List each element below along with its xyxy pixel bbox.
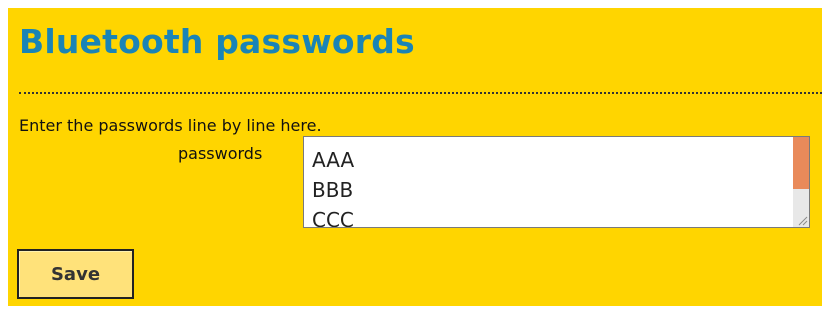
save-button[interactable]: Save <box>17 249 134 299</box>
passwords-textarea-value[interactable]: AAA BBB CCC <box>312 145 354 227</box>
passwords-label: passwords <box>178 144 263 163</box>
title-divider <box>19 92 822 94</box>
page-title: Bluetooth passwords <box>19 22 415 61</box>
settings-panel: Bluetooth passwords Enter the passwords … <box>8 8 822 306</box>
resize-grip-icon[interactable] <box>796 214 808 226</box>
instructions-text: Enter the passwords line by line here. <box>19 116 322 135</box>
textarea-scrollbar-thumb[interactable] <box>793 137 809 189</box>
passwords-textarea[interactable]: AAA BBB CCC <box>303 136 810 228</box>
